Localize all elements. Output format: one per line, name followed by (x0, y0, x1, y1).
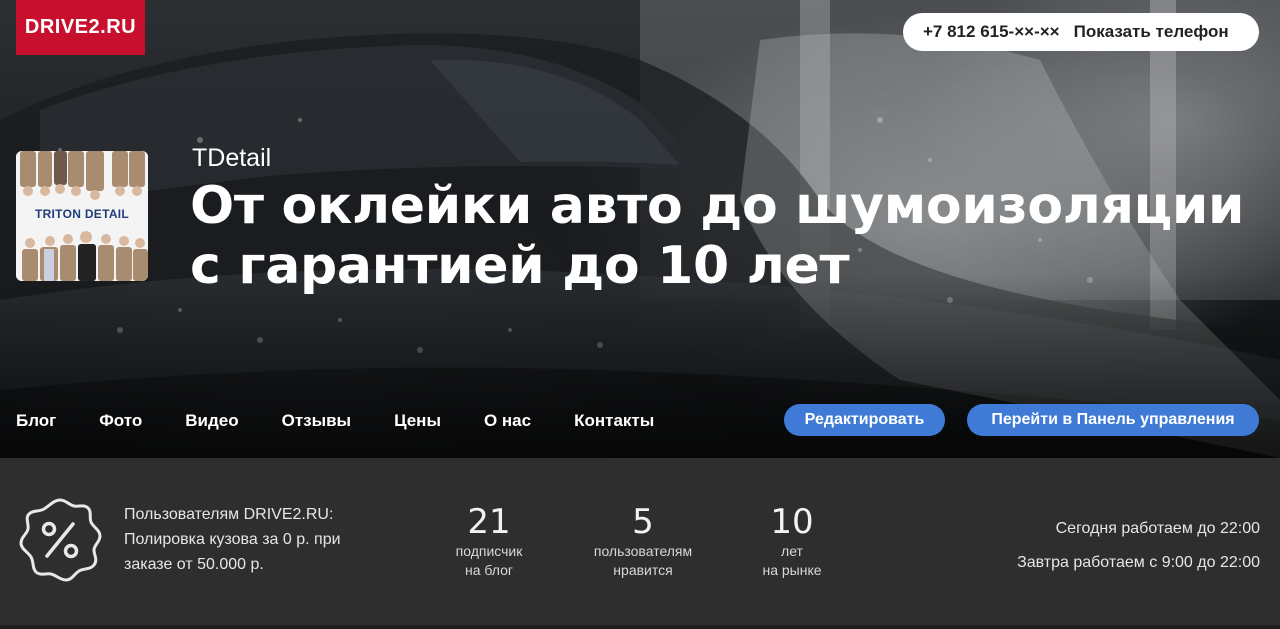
nav-item-photo[interactable]: Фото (99, 408, 142, 434)
show-phone-label: Показать телефон (1073, 22, 1229, 41)
nav-item-prices[interactable]: Цены (394, 408, 441, 434)
phone-number: +7 812 615-××-×× (923, 22, 1060, 41)
page-title: От оклейки авто до шумоизоляции с гарант… (190, 176, 1245, 296)
drive2-logo[interactable]: DRIVE2.RU (16, 0, 145, 55)
stat-number: 10 (770, 502, 814, 542)
stat-number: 5 (632, 502, 654, 542)
info-bar: Пользователям DRIVE2.RU: Полировка кузов… (0, 458, 1280, 629)
percent-badge-icon (19, 498, 102, 582)
main-nav: Блог Фото Видео Отзывы Цены О нас Контак… (16, 408, 697, 434)
phone-button[interactable]: +7 812 615-××-×× Показать телефон (903, 13, 1259, 51)
stat-likes[interactable]: 5 пользователям нравится (573, 502, 713, 580)
nav-item-reviews[interactable]: Отзывы (282, 408, 352, 434)
stat-number: 21 (467, 502, 511, 542)
stat-label-line1: лет (781, 543, 803, 559)
stat-label-line1: пользователям (593, 543, 693, 559)
company-name[interactable]: TDetail (192, 144, 271, 173)
nav-item-blog[interactable]: Блог (16, 408, 56, 434)
hours-tomorrow: Завтра работаем с 9:00 до 22:00 (1017, 554, 1260, 571)
nav-item-video[interactable]: Видео (185, 408, 238, 434)
avatar-brand-text: TRITON DETAIL (34, 207, 130, 221)
stat-label-line2: на блог (464, 562, 513, 578)
stat-label-line1: подписчик (455, 543, 523, 559)
promo-text: Пользователям DRIVE2.RU: Полировка кузов… (124, 506, 341, 573)
nav-item-about[interactable]: О нас (484, 408, 531, 434)
edit-button[interactable]: Редактировать (784, 404, 945, 436)
hours-today: Сегодня работаем до 22:00 (1055, 520, 1260, 537)
stat-subscribers[interactable]: 21 подписчик на блог (419, 502, 559, 580)
nav-item-contacts[interactable]: Контакты (574, 408, 654, 434)
stat-years: 10 лет на рынке (722, 502, 862, 580)
divider (0, 625, 1280, 629)
stat-label-line2: нравится (613, 562, 673, 578)
company-avatar[interactable]: TRITON DETAIL (16, 151, 148, 281)
hero-banner: DRIVE2.RU +7 812 615-××-×× Показать теле… (0, 0, 1280, 458)
stat-label-line2: на рынке (762, 562, 822, 578)
working-hours: Сегодня работаем до 22:00 Завтра работае… (1017, 512, 1260, 580)
control-panel-button[interactable]: Перейти в Панель управления (967, 404, 1259, 436)
